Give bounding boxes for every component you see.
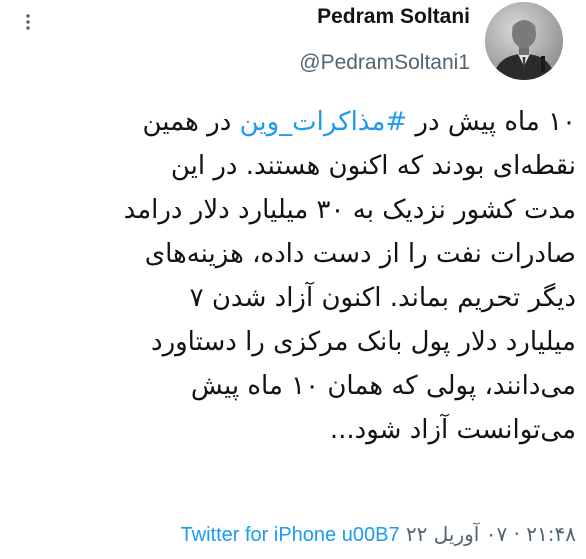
author-block[interactable]: Pedram Soltani @PedramSoltani1 xyxy=(299,4,470,76)
avatar[interactable] xyxy=(485,2,563,80)
tweet-line: می‌توانست آزاد شود... xyxy=(329,415,576,445)
tweet-line: صادرات نفت را از دست داده، هزینه‌های xyxy=(144,239,576,269)
avatar-photo xyxy=(485,2,563,80)
tweet-text-segment: در همین xyxy=(142,107,240,137)
author-display-name[interactable]: Pedram Soltani xyxy=(299,4,470,30)
tweet-footer: Twitter for iPhone u00B7 ۲۱:۴۸ · ۰۷ آوری… xyxy=(181,516,576,552)
tweet-line: ۱۰ ماه پیش در #مذاکرات_وین در همین xyxy=(143,100,576,144)
author-handle[interactable]: @PedramSoltani1 xyxy=(299,50,470,76)
tweet-line: می‌دانند، پولی که همان ۱۰ ماه پیش xyxy=(190,371,576,401)
tweet-card: Pedram Soltani @PedramSoltani1 ۱۰ ماه پی… xyxy=(0,0,586,559)
hashtag-link[interactable]: #مذاکرات_وین xyxy=(240,107,408,137)
tweet-line: دیگر تحریم بماند. اکنون آزاد شدن ۷ xyxy=(189,283,576,313)
source-link[interactable]: Twitter for iPhone u00B7 xyxy=(181,524,400,546)
tweet-line: نقطه‌ای بودند که اکنون هستند. در این xyxy=(170,151,576,181)
tweet-line: میلیارد دلار پول بانک مرکزی را دستاورد xyxy=(150,327,576,357)
tweet-text-segment: ۱۰ ماه پیش در xyxy=(407,107,576,137)
more-options-button[interactable] xyxy=(18,12,38,32)
tweet-header: Pedram Soltani @PedramSoltani1 xyxy=(0,0,586,95)
more-horizontal-icon xyxy=(26,14,30,30)
tweet-line: مدت کشور نزدیک به ۳۰ میلیارد دلار درامد xyxy=(123,195,576,225)
timestamp[interactable]: ۲۱:۴۸ · ۰۷ آوریل ۲۲ xyxy=(406,522,576,546)
